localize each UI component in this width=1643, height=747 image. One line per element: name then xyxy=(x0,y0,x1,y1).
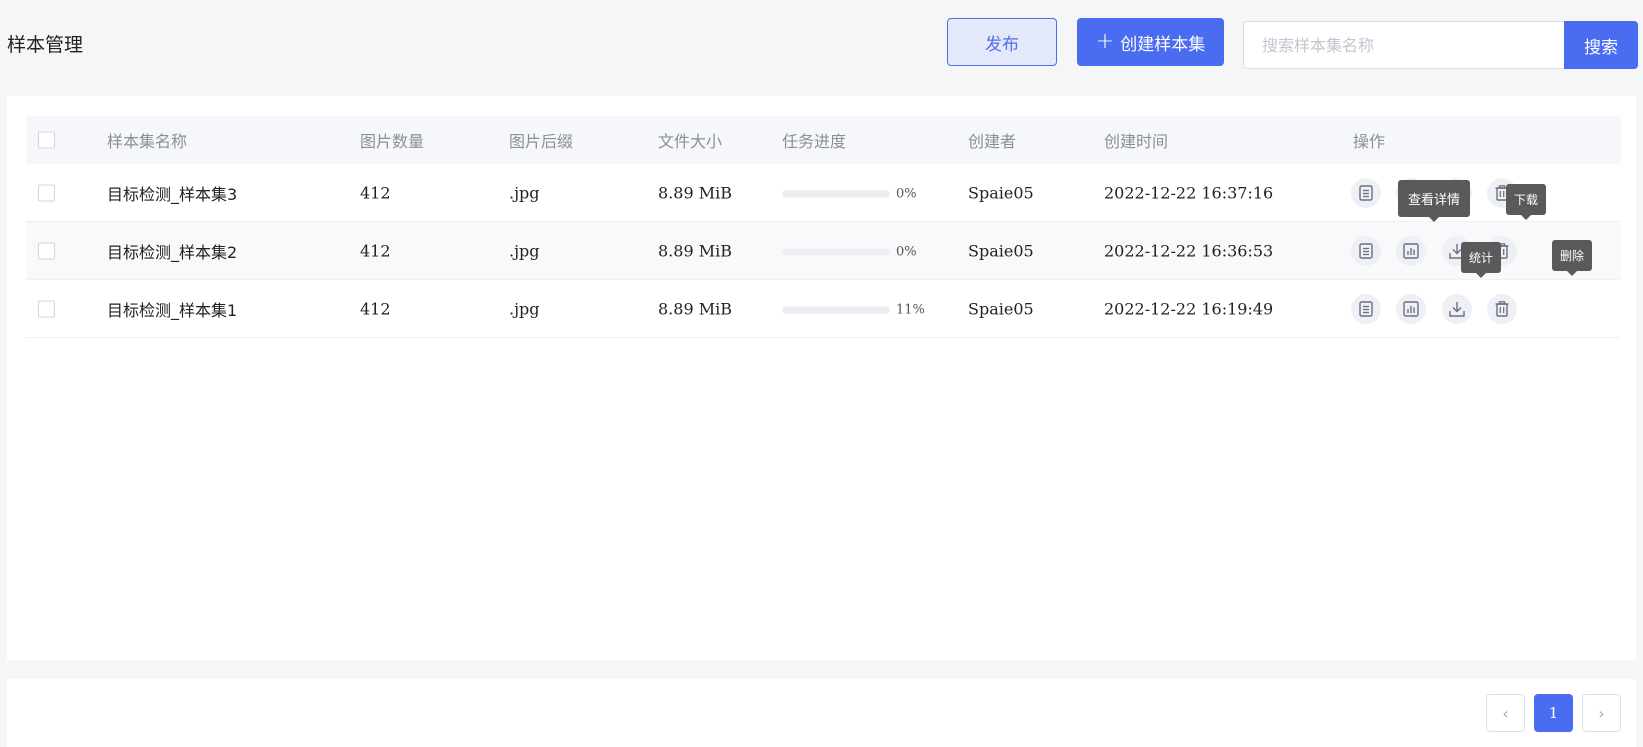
chevron-left-icon: ‹ xyxy=(1502,703,1509,723)
row-suffix: .jpg xyxy=(509,299,540,318)
pagination-bar: ‹ 1 › xyxy=(7,679,1636,747)
row-creator: Spaie05 xyxy=(968,299,1034,318)
row-creator: Spaie05 xyxy=(968,241,1034,260)
document-icon xyxy=(1359,242,1373,259)
row-created: 2022-12-22 16:36:53 xyxy=(1104,241,1274,260)
row-name: 目标检测_样本集2 xyxy=(107,242,238,262)
table-panel: 样本集名称 图片数量 图片后缀 文件大小 任务进度 创建者 创建时间 操作 目标… xyxy=(7,96,1636,660)
row-count: 412 xyxy=(360,183,391,202)
chevron-right-icon: › xyxy=(1598,703,1605,723)
row-progress: 11% xyxy=(782,299,925,318)
progress-bar xyxy=(782,190,890,197)
header-size: 文件大小 xyxy=(658,132,723,151)
search-input[interactable] xyxy=(1243,21,1564,69)
row-progress: 0% xyxy=(782,241,917,260)
header-progress: 任务进度 xyxy=(782,132,847,151)
trash-icon xyxy=(1495,300,1509,317)
row-progress: 0% xyxy=(782,183,917,202)
row-suffix: .jpg xyxy=(509,183,540,202)
progress-bar xyxy=(782,306,890,313)
delete-button[interactable] xyxy=(1487,293,1517,324)
stats-button[interactable] xyxy=(1396,293,1426,324)
select-all-checkbox[interactable] xyxy=(38,131,55,149)
row-checkbox[interactable] xyxy=(38,184,55,201)
create-sample-set-label: 创建样本集 xyxy=(1120,34,1206,55)
header-suffix: 图片后缀 xyxy=(509,132,574,151)
view-detail-button[interactable] xyxy=(1351,235,1381,266)
row-size: 8.89 MiB xyxy=(658,241,732,260)
prev-page-button[interactable]: ‹ xyxy=(1486,694,1525,732)
bar-chart-icon xyxy=(1403,300,1419,317)
progress-text: 11% xyxy=(896,302,925,317)
row-suffix: .jpg xyxy=(509,241,540,260)
progress-text: 0% xyxy=(896,186,917,201)
progress-bar xyxy=(782,248,890,255)
header-name: 样本集名称 xyxy=(107,132,188,151)
row-count: 412 xyxy=(360,241,391,260)
publish-button[interactable]: 发布 xyxy=(947,18,1057,66)
page-number-current[interactable]: 1 xyxy=(1534,694,1573,732)
create-sample-set-button[interactable]: + 创建样本集 xyxy=(1077,18,1224,66)
table-row: 目标检测_样本集3 412 .jpg 8.89 MiB 0% Spaie05 2… xyxy=(26,164,1621,222)
tooltip-stats: 统计 xyxy=(1461,242,1502,278)
bar-chart-icon xyxy=(1403,242,1419,259)
row-size: 8.89 MiB xyxy=(658,299,732,318)
stats-button[interactable] xyxy=(1396,235,1426,266)
header-created: 创建时间 xyxy=(1104,132,1169,151)
view-detail-button[interactable] xyxy=(1351,293,1381,324)
search-button[interactable]: 搜索 xyxy=(1564,21,1638,69)
table-header: 样本集名称 图片数量 图片后缀 文件大小 任务进度 创建者 创建时间 操作 xyxy=(26,116,1621,164)
header: 样本管理 发布 + 创建样本集 搜索 xyxy=(0,0,1643,92)
document-icon xyxy=(1359,300,1373,317)
row-name: 目标检测_样本集1 xyxy=(107,300,238,320)
tooltip-view-detail: 查看详情 xyxy=(1398,180,1471,222)
progress-text: 0% xyxy=(896,244,917,259)
header-actions: 操作 xyxy=(1353,132,1386,151)
row-count: 412 xyxy=(360,299,391,318)
tooltip-delete: 删除 xyxy=(1552,240,1593,276)
next-page-button[interactable]: › xyxy=(1582,694,1621,732)
tooltip-download: 下载 xyxy=(1506,184,1547,220)
row-name: 目标检测_样本集3 xyxy=(107,184,238,204)
document-icon xyxy=(1359,184,1373,201)
download-button[interactable] xyxy=(1442,293,1472,324)
plus-icon: + xyxy=(1095,29,1115,54)
table-row: 目标检测_样本集1 412 .jpg 8.89 MiB 11% Spaie05 … xyxy=(26,280,1621,338)
row-size: 8.89 MiB xyxy=(658,183,732,202)
view-detail-button[interactable] xyxy=(1351,177,1381,208)
download-icon xyxy=(1449,301,1465,317)
row-created: 2022-12-22 16:37:16 xyxy=(1104,183,1274,202)
sample-set-table: 样本集名称 图片数量 图片后缀 文件大小 任务进度 创建者 创建时间 操作 目标… xyxy=(26,116,1621,338)
row-creator: Spaie05 xyxy=(968,183,1034,202)
row-created: 2022-12-22 16:19:49 xyxy=(1104,299,1274,318)
header-creator: 创建者 xyxy=(968,132,1017,151)
table-row: 目标检测_样本集2 412 .jpg 8.89 MiB 0% Spaie05 2… xyxy=(26,222,1621,280)
row-checkbox[interactable] xyxy=(38,242,55,259)
header-count: 图片数量 xyxy=(360,132,425,151)
page-title: 样本管理 xyxy=(7,34,84,56)
row-checkbox[interactable] xyxy=(38,300,55,317)
